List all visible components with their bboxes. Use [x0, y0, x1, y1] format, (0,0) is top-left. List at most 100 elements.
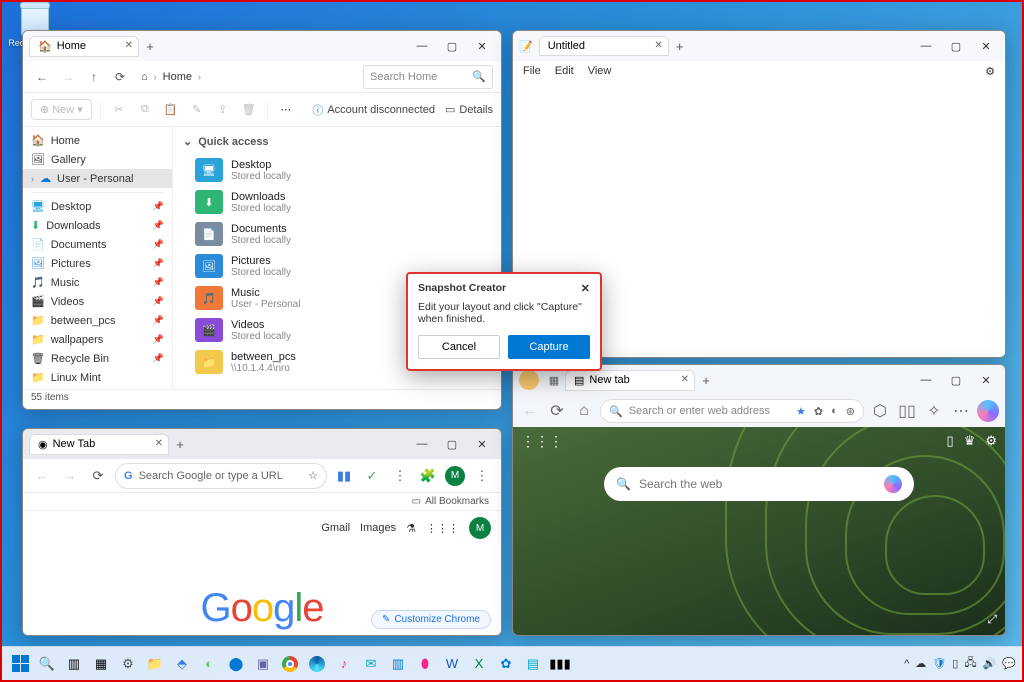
edge-omnibox[interactable]: 🔍 Search or enter web address ★ ✿ ◐ ⊛: [600, 399, 864, 423]
edge-search-box[interactable]: 🔍 Search the web: [604, 467, 914, 501]
close-button[interactable]: ✕: [467, 432, 497, 456]
close-tab-icon[interactable]: ✕: [155, 438, 163, 449]
cancel-button[interactable]: Cancel: [418, 335, 500, 359]
capture-button[interactable]: Capture: [508, 335, 590, 359]
mobile-icon[interactable]: ▯: [947, 433, 954, 450]
favorites-icon[interactable]: ✧: [923, 400, 945, 422]
taskbar-edge[interactable]: [305, 652, 329, 676]
tray-notifications-icon[interactable]: 💬: [1002, 657, 1016, 670]
extension-icon[interactable]: ✿: [814, 405, 823, 418]
minimize-button[interactable]: —: [911, 368, 941, 392]
close-button[interactable]: ✕: [971, 34, 1001, 58]
customize-chrome-button[interactable]: ✎Customize Chrome: [371, 610, 491, 629]
quick-access-item[interactable]: 🖥DesktopStored locally: [183, 156, 491, 188]
taskbar-app[interactable]: ⚙: [116, 652, 140, 676]
tray-chevron-icon[interactable]: ^: [904, 658, 909, 670]
copilot-icon[interactable]: [977, 400, 999, 422]
minimize-button[interactable]: —: [407, 34, 437, 58]
edge-tab[interactable]: ▤ New tab ✕: [565, 370, 695, 391]
account-status[interactable]: ⓘAccount disconnected: [312, 102, 435, 118]
images-link[interactable]: Images: [360, 522, 396, 534]
rename-icon[interactable]: ✎: [187, 100, 207, 120]
tray-volume-icon[interactable]: 🔊: [983, 657, 997, 670]
more-icon[interactable]: ⋯: [276, 100, 296, 120]
extension-icon[interactable]: ✓: [361, 465, 383, 487]
taskbar-app[interactable]: ▦: [89, 652, 113, 676]
back-button[interactable]: ←: [519, 400, 541, 422]
tray-onedrive-icon[interactable]: ☁: [915, 657, 926, 670]
close-tab-icon[interactable]: ✕: [125, 40, 133, 51]
close-tab-icon[interactable]: ✕: [681, 374, 689, 385]
new-tab-button[interactable]: +: [695, 369, 717, 391]
paste-icon[interactable]: 📋: [161, 100, 181, 120]
refresh-button[interactable]: ⟳: [87, 465, 109, 487]
settings-icon[interactable]: ⚙: [985, 65, 995, 78]
minimize-button[interactable]: —: [407, 432, 437, 456]
close-button[interactable]: ✕: [971, 368, 1001, 392]
taskbar-app[interactable]: ⬘: [170, 652, 194, 676]
close-tab-icon[interactable]: ✕: [654, 40, 662, 51]
new-button[interactable]: ⊕ New ▾: [31, 99, 92, 120]
explorer-search[interactable]: Search Home 🔍: [363, 65, 493, 89]
forward-button[interactable]: →: [59, 465, 81, 487]
chrome-omnibox[interactable]: G Search Google or type a URL ☆: [115, 463, 327, 489]
taskbar-app[interactable]: ✿: [494, 652, 518, 676]
refresh-button[interactable]: ⟳: [546, 400, 568, 422]
taskbar-app[interactable]: ✉: [359, 652, 383, 676]
sidebar-item-user[interactable]: ›☁User - Personal: [23, 169, 172, 188]
taskbar-app[interactable]: ◐: [197, 652, 221, 676]
taskbar-app[interactable]: ▣: [251, 652, 275, 676]
maximize-button[interactable]: ▢: [437, 432, 467, 456]
sidebar-item-linux[interactable]: 📁Linux Mint: [23, 368, 172, 387]
cut-icon[interactable]: ✂: [109, 100, 129, 120]
tray-security-icon[interactable]: 🛡: [932, 657, 946, 670]
refresh-button[interactable]: ⟳: [109, 66, 131, 88]
sidebar-item-videos[interactable]: 🎬Videos📌: [23, 292, 172, 311]
apps-icon[interactable]: ⋮⋮⋮: [521, 433, 563, 450]
profile-avatar[interactable]: M: [469, 517, 491, 539]
maximize-button[interactable]: ▢: [437, 34, 467, 58]
start-button[interactable]: [8, 652, 32, 676]
close-button[interactable]: ✕: [467, 34, 497, 58]
up-button[interactable]: ↑: [83, 66, 105, 88]
forward-button[interactable]: →: [57, 66, 79, 88]
quick-access-header[interactable]: ⌄Quick access: [183, 131, 491, 156]
back-button[interactable]: ←: [31, 66, 53, 88]
chrome-tab[interactable]: ◉ New Tab ✕: [29, 434, 169, 455]
notepad-tab[interactable]: Untitled ✕: [539, 36, 669, 56]
taskbar-explorer[interactable]: 📁: [143, 652, 167, 676]
delete-icon[interactable]: 🗑: [239, 100, 259, 120]
maximize-button[interactable]: ▢: [941, 368, 971, 392]
taskbar-app[interactable]: ▤: [521, 652, 545, 676]
sidebar-item-wallpapers[interactable]: 📁wallpapers📌: [23, 330, 172, 349]
split-icon[interactable]: ▯▯: [896, 400, 918, 422]
taskbar-app[interactable]: X: [467, 652, 491, 676]
star-icon[interactable]: ☆: [308, 469, 318, 482]
search-button[interactable]: 🔍: [35, 652, 59, 676]
new-tab-button[interactable]: +: [669, 35, 691, 57]
menu-file[interactable]: File: [523, 65, 541, 78]
profile-avatar[interactable]: M: [445, 466, 465, 486]
close-icon[interactable]: ✕: [581, 282, 590, 295]
labs-icon[interactable]: ⚗: [406, 522, 416, 535]
details-button[interactable]: ▭Details: [445, 103, 493, 116]
new-tab-button[interactable]: +: [139, 35, 161, 57]
back-button[interactable]: ←: [31, 465, 53, 487]
menu-view[interactable]: View: [588, 65, 612, 78]
tray-network-icon[interactable]: 🖧: [964, 654, 976, 673]
sidebar-item-pictures[interactable]: 🖼Pictures📌: [23, 254, 172, 273]
quick-access-item[interactable]: ⬇DownloadsStored locally: [183, 188, 491, 220]
apps-icon[interactable]: ⋮⋮⋮: [426, 522, 459, 535]
star-icon[interactable]: ★: [796, 405, 806, 418]
extension-icon[interactable]: ◐: [831, 405, 838, 418]
tray-icon[interactable]: ▯: [952, 657, 958, 670]
sidebar-item-documents[interactable]: 📄Documents📌: [23, 235, 172, 254]
quick-access-item[interactable]: 📄DocumentsStored locally: [183, 220, 491, 252]
taskview-button[interactable]: ▥: [62, 652, 86, 676]
minimize-button[interactable]: —: [911, 34, 941, 58]
explorer-tab[interactable]: 🏠 Home ✕: [29, 36, 139, 57]
extension-icon[interactable]: ▮▮: [333, 465, 355, 487]
menu-icon[interactable]: ⋯: [950, 400, 972, 422]
taskbar-app[interactable]: ▥: [386, 652, 410, 676]
menu-icon[interactable]: ⋮: [471, 465, 493, 487]
